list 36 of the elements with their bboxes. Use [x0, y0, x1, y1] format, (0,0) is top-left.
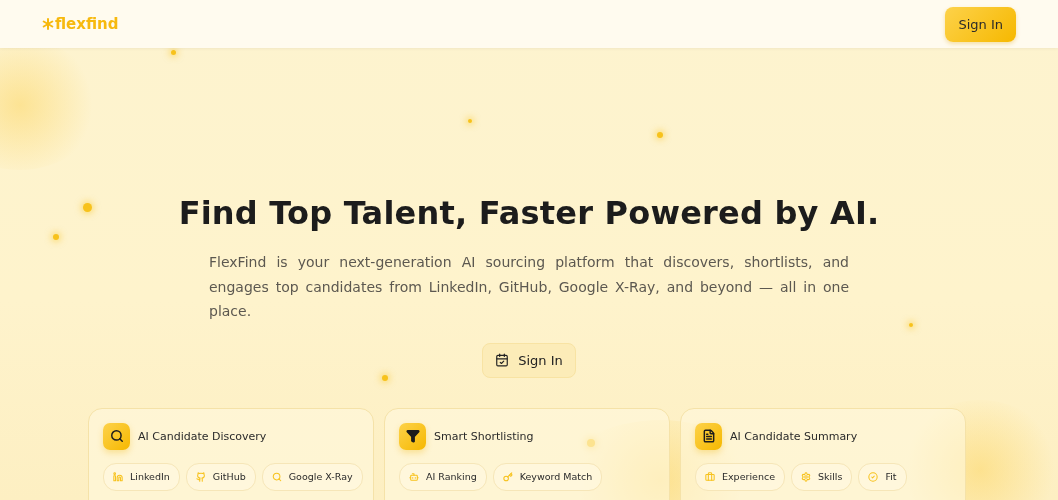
check-circle-icon — [868, 471, 879, 482]
feature-tag: AI Ranking — [399, 462, 487, 491]
feature-tag: Keyword Match — [492, 462, 603, 491]
feature-tag: LinkedIn — [103, 462, 180, 491]
sign-in-button[interactable]: Sign In — [482, 342, 576, 378]
feature-tag: Experience — [695, 462, 785, 491]
feature-tag: GitHub — [185, 462, 256, 491]
github-icon — [195, 471, 206, 482]
glow-dot — [170, 49, 176, 55]
gear-icon — [801, 471, 811, 482]
feature-title: AI Candidate Discovery — [138, 429, 267, 443]
asterisk-icon — [42, 18, 54, 30]
linkedin-icon — [113, 471, 123, 482]
filter-icon — [399, 422, 426, 450]
feature-tag: Skills — [791, 462, 853, 491]
feature-tag: Fit — [858, 462, 907, 491]
glow-dot — [909, 323, 913, 327]
feature-tag: Google X-Ray — [261, 462, 363, 491]
key-icon — [502, 471, 513, 482]
feature-title: Smart Shortlisting — [434, 429, 534, 443]
glow-dot — [382, 375, 388, 381]
briefcase-icon — [705, 471, 715, 482]
glow-dot — [657, 132, 663, 138]
document-icon — [695, 422, 722, 450]
glow-dot — [468, 119, 472, 123]
feature-title: AI Candidate Summary — [730, 429, 858, 443]
hero-title: Find Top Talent, Faster Powered by AI. — [178, 194, 880, 232]
calendar-icon — [495, 353, 510, 367]
sign-in-button[interactable]: Sign In — [945, 6, 1016, 42]
glow-dot — [587, 439, 595, 447]
hero-description: FlexFind is your next-generation AI sourcing platform that discovers, shortlists, and engages top candidates from LinkedIn, GitHub, Google X-Ray, and beyond — all in one place. — [209, 253, 849, 321]
glow-dot — [53, 234, 59, 240]
robot-icon — [409, 471, 419, 482]
search-icon — [103, 422, 130, 450]
search-icon — [271, 471, 282, 482]
glow-dot — [82, 202, 92, 212]
